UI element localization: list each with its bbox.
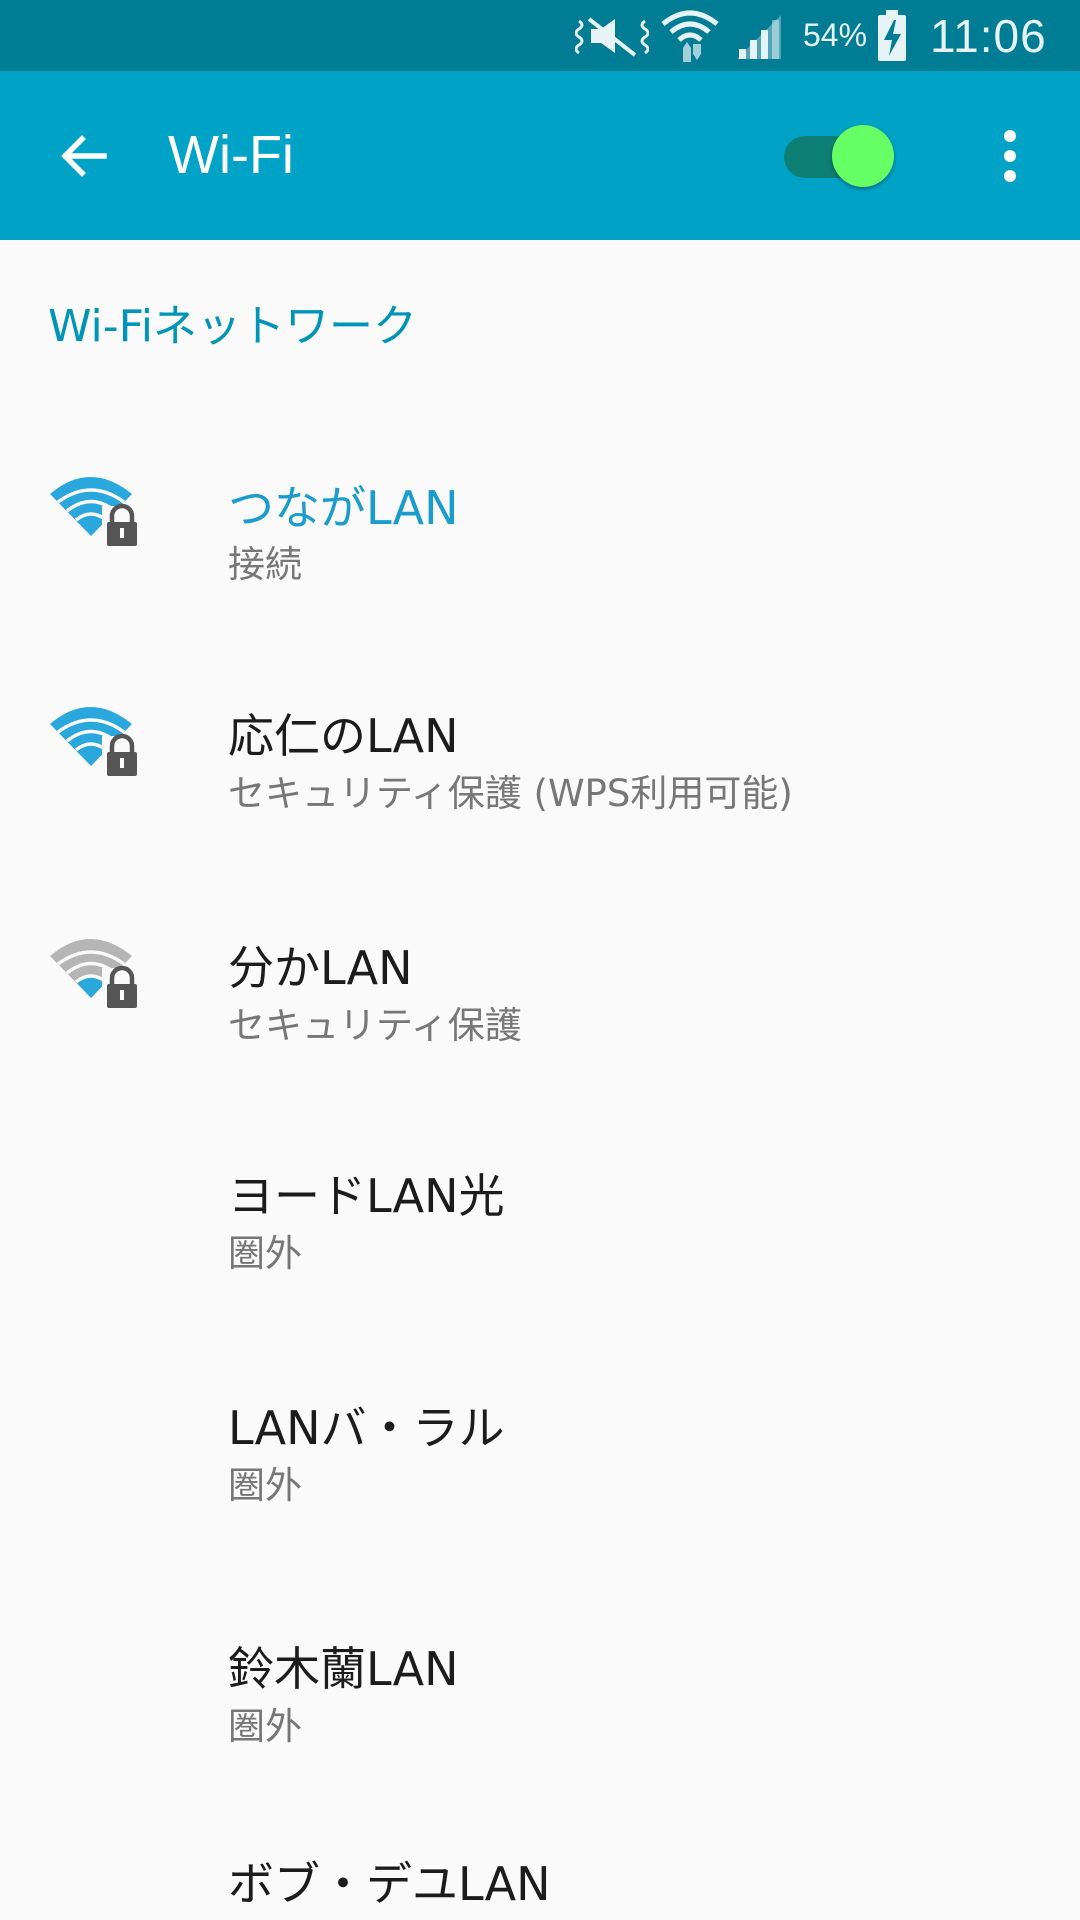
network-name: 応仁のLAN [228,709,459,763]
network-item[interactable]: ヨードLAN光 圏外 [0,1090,1080,1310]
network-status: 圏外 [228,1464,302,1507]
more-vert-icon [1004,130,1016,142]
battery-charging-icon [877,0,911,71]
more-options-button[interactable] [980,123,1040,189]
network-name: LANバ・ラル [228,1401,505,1455]
network-item[interactable]: ボブ・デユLAN [0,1778,1080,1920]
network-item[interactable]: 鈴木蘭LAN 圏外 [0,1563,1080,1783]
page-title: Wi-Fi [168,125,294,185]
network-status: 接続 [228,543,302,586]
wifi-lock-strong-icon [50,470,144,550]
network-item[interactable]: つながLAN 接続 [0,400,1080,620]
network-name: ヨードLAN光 [228,1169,505,1223]
network-item[interactable]: LANバ・ラル 圏外 [0,1322,1080,1542]
clock: 11:06 [930,9,1047,62]
status-bar: 54% 11:06 [0,0,1080,71]
network-name: 鈴木蘭LAN [228,1642,459,1696]
network-status: 圏外 [228,1232,302,1275]
network-name: つながLAN [228,481,459,535]
vibrate-mute-icon [575,0,649,71]
back-button[interactable] [50,123,116,189]
network-name: ボブ・デユLAN [228,1857,551,1911]
network-status: セキュリティ保護 (WPS利用可能) [228,772,793,815]
section-header: Wi-Fiネットワーク [48,301,417,352]
network-status: セキュリティ保護 [228,1004,522,1047]
network-status: 圏外 [228,1705,302,1748]
wifi-lock-weak-icon [50,932,144,1012]
wifi-lock-strong-icon [50,700,144,780]
network-item[interactable]: 応仁のLAN セキュリティ保護 (WPS利用可能) [0,630,1080,850]
wifi-data-icon [661,0,719,71]
arrow-back-icon [61,135,107,177]
battery-percent: 54% [803,17,868,53]
toggle-thumb [832,125,894,187]
network-name: 分かLAN [228,941,413,995]
network-item[interactable]: 分かLAN セキュリティ保護 [0,862,1080,1082]
wifi-toggle[interactable] [780,123,900,189]
app-bar: Wi-Fi [0,71,1080,240]
cell-signal-icon [735,0,785,71]
